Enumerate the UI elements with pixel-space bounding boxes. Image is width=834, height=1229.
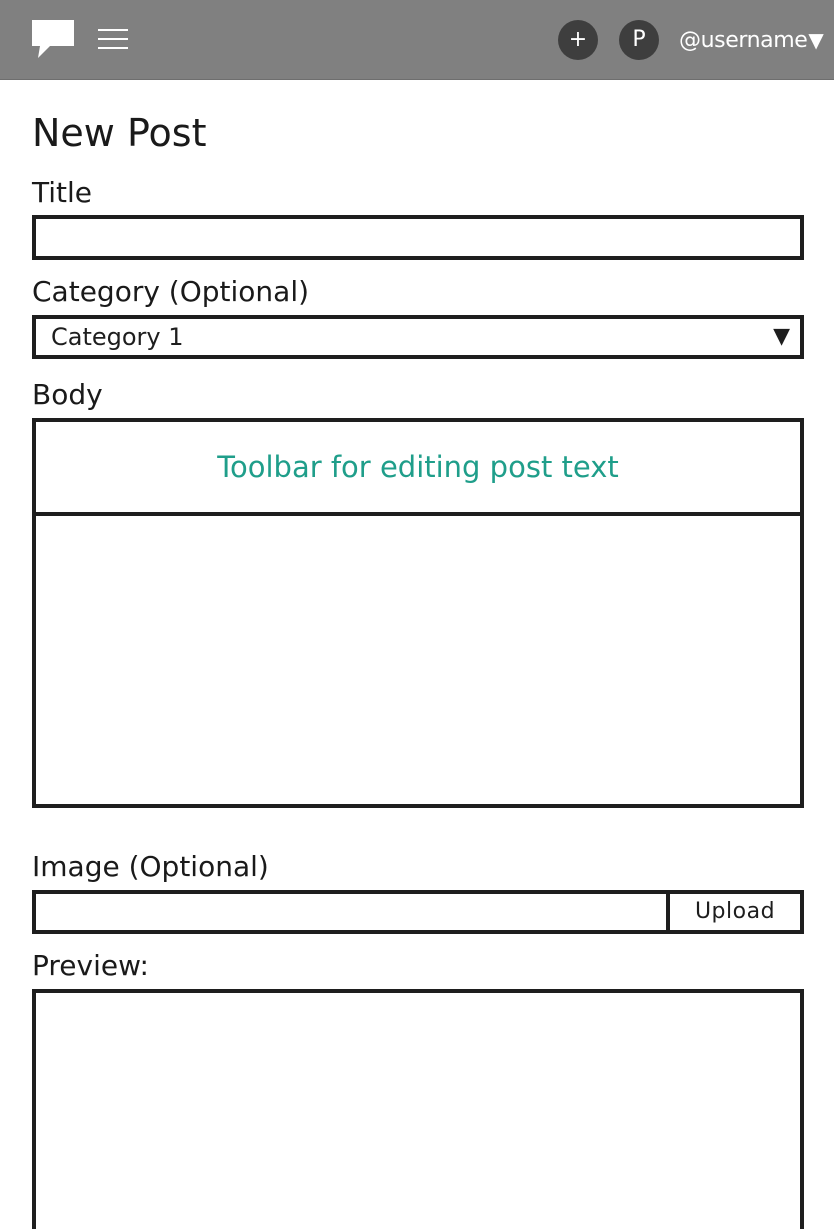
body-editor: Toolbar for editing post text [32,418,804,808]
title-input[interactable] [36,219,800,256]
category-label: Category (Optional) [32,275,310,308]
chevron-down-icon: ▼ [808,28,824,52]
add-post-button[interactable]: + [558,20,598,60]
preview-label: Preview: [32,949,149,982]
user-menu-dropdown[interactable]: @username▼ [679,24,824,56]
category-select[interactable]: Category 1 ▼ [32,315,804,359]
title-input-container [32,215,804,260]
upload-button[interactable]: Upload [666,894,800,930]
image-label: Image (Optional) [32,850,269,883]
speech-bubble-icon[interactable] [30,18,76,60]
editor-toolbar[interactable]: Toolbar for editing post text [36,422,800,516]
page-title: New Post [32,111,207,155]
image-upload-row: Upload [32,890,804,934]
category-selected-value: Category 1 [51,323,184,351]
preview-area [32,989,804,1229]
image-file-field[interactable] [36,894,666,930]
body-label: Body [32,378,103,411]
username-label: @username [679,28,808,53]
title-label: Title [32,176,93,209]
profile-avatar-button[interactable]: P [619,20,659,60]
top-navbar: + P @username▼ [0,0,834,80]
dropdown-arrow-icon: ▼ [773,324,790,349]
hamburger-menu-icon[interactable] [98,26,128,52]
body-textarea[interactable] [36,516,800,804]
